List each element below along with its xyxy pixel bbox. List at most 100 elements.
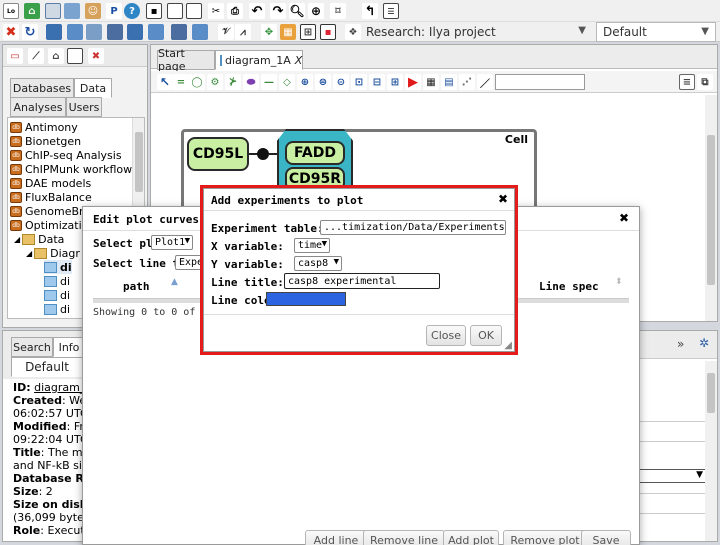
layout-icon-1[interactable] <box>46 24 62 40</box>
database-icon[interactable]: ⌂ <box>48 48 64 64</box>
research-select[interactable]: ▼ <box>364 22 592 42</box>
node-fadd[interactable]: FADD <box>285 141 345 165</box>
sort-asc-icon[interactable]: ▲ <box>171 277 178 287</box>
zoom-out-icon[interactable]: 🔍︎ <box>289 3 305 19</box>
refresh-icon[interactable]: ↻ <box>22 24 38 40</box>
delete-element-icon[interactable]: ✖ <box>88 48 104 64</box>
tab-data[interactable]: Data <box>74 78 112 98</box>
copy-element-icon[interactable] <box>67 48 83 64</box>
tab-databases[interactable]: Databases <box>10 78 74 98</box>
layout-icon-4[interactable] <box>107 24 123 40</box>
symbol-icon-1[interactable]: 𝒱 <box>218 24 234 40</box>
layout-icon-5[interactable] <box>127 24 143 40</box>
box-tool-icon-2[interactable]: ⊟ <box>369 74 385 90</box>
circle-tool-icon-1[interactable]: ⊕ <box>297 74 313 90</box>
help-icon[interactable]: ? <box>124 3 140 19</box>
tree-item[interactable]: ◢ Data <box>14 232 64 246</box>
tools-icon[interactable]: ✖ <box>3 24 19 40</box>
close-icon[interactable]: ✖ <box>619 211 629 225</box>
panel-icon[interactable] <box>64 3 80 19</box>
tree-item[interactable]: db Antimony <box>10 120 78 134</box>
tree-item[interactable]: db DAE models <box>10 176 91 190</box>
undo-icon[interactable]: ↶ <box>249 3 265 19</box>
circle-tool-icon-2[interactable]: ⊜ <box>315 74 331 90</box>
box-tool-icon-3[interactable]: ⊞ <box>387 74 403 90</box>
chat-icon[interactable]: ⧉ <box>697 74 713 90</box>
layout-icon-3[interactable] <box>86 24 102 40</box>
binding-dot[interactable] <box>257 148 269 160</box>
user-icon[interactable]: ☺ <box>85 3 101 19</box>
tab-analyses[interactable]: Analyses <box>10 97 66 117</box>
canvas-scrollbar-v[interactable] <box>705 95 717 321</box>
add-plot-button[interactable]: Add plot <box>443 530 499 545</box>
tab-diagram[interactable]: diagram_1A X <box>215 50 303 70</box>
close-tab-icon[interactable]: X <box>295 54 303 67</box>
add-line-button[interactable]: Add line <box>305 530 367 545</box>
ellipse-tool-icon[interactable]: ◯ <box>189 74 205 90</box>
equals-tool-icon[interactable]: = <box>173 74 189 90</box>
circle-tool-icon-3[interactable]: ⊝ <box>333 74 349 90</box>
experiment-table-input[interactable]: ...timization/Data/Experiments/exp_data_… <box>320 220 506 235</box>
tree-item[interactable]: di <box>44 288 70 302</box>
line-color-swatch[interactable] <box>266 292 346 306</box>
paste-icon[interactable] <box>186 3 202 19</box>
tree-item[interactable]: di <box>44 274 70 288</box>
line-title-input[interactable]: casp8 experimental <box>284 273 440 289</box>
p-icon[interactable]: P <box>106 3 122 19</box>
edge-icon[interactable]: ⋰ <box>459 74 475 90</box>
expand-panel-icon[interactable]: » <box>677 337 684 351</box>
node-cd95l[interactable]: CD95L <box>187 137 249 171</box>
tree-item[interactable]: di <box>44 302 70 316</box>
tree-item[interactable]: db FluxBalance <box>10 190 92 204</box>
y-variable-select[interactable]: casp8 ▼ <box>294 256 342 271</box>
grid-icon[interactable]: ▦ <box>280 24 296 40</box>
sort-both-icon[interactable]: ⬍ <box>615 277 623 287</box>
oval-tool-icon[interactable]: ⬬ <box>243 74 259 90</box>
tab-search[interactable]: Search <box>11 337 53 357</box>
fit-screen-icon[interactable]: ⌑ <box>330 3 346 19</box>
remove-plot-button[interactable]: Remove plot <box>503 530 587 545</box>
export-icon[interactable]: ▪ <box>320 24 336 40</box>
column-path[interactable]: path <box>123 280 150 293</box>
scroll-thumb[interactable] <box>135 132 143 192</box>
tree-item[interactable]: db ChIP-seq Analysis <box>10 148 122 162</box>
tree-item[interactable]: ◢ Diagr <box>26 246 80 260</box>
tree-item[interactable]: di <box>44 260 72 274</box>
note-icon[interactable]: ≡ <box>679 74 695 90</box>
logout-icon[interactable]: Lo <box>3 3 19 19</box>
layout-icon-6[interactable] <box>148 24 164 40</box>
list-icon[interactable]: ☰ <box>383 3 399 19</box>
home-icon[interactable]: ⌂ <box>24 3 40 19</box>
tab-start-page[interactable]: Start page <box>157 47 215 73</box>
select-plot[interactable]: Plot1 ▼ <box>151 235 193 250</box>
resize-grip-icon[interactable]: ◢ <box>504 340 512 351</box>
save-icon[interactable]: ▪ <box>146 3 162 19</box>
table-icon[interactable]: ▦ <box>423 74 439 90</box>
ok-button[interactable]: OK <box>470 325 502 346</box>
expand-triangle-icon[interactable]: ◢ <box>26 249 32 258</box>
remove-line-button[interactable]: Remove line <box>363 530 445 545</box>
tree-item[interactable]: db ChIPMunk workflows <box>10 162 138 176</box>
redo-icon[interactable]: ↷ <box>270 3 286 19</box>
window-icon[interactable] <box>45 3 61 19</box>
back-arrow-icon[interactable]: ↰ <box>362 3 378 19</box>
box-tool-icon-1[interactable]: ⊡ <box>351 74 367 90</box>
pen-icon[interactable]: ／ <box>477 74 493 90</box>
tab-users[interactable]: Users <box>66 97 102 117</box>
perspective-select[interactable]: Default ▼ <box>596 22 716 42</box>
network-icon[interactable]: ⊞ <box>300 24 316 40</box>
diamond-tool-icon[interactable]: ◇ <box>279 74 295 90</box>
tab-info[interactable]: Info <box>53 337 85 357</box>
chart-icon[interactable]: ⟋ <box>28 48 44 64</box>
gear-tool-icon[interactable]: ⚙ <box>207 74 223 90</box>
scroll-thumb[interactable] <box>707 373 715 413</box>
settings-gear-icon[interactable]: ✲ <box>699 336 709 350</box>
reaction-tool-icon[interactable]: ⊁ <box>225 74 241 90</box>
plot-icon[interactable]: ▤ <box>441 74 457 90</box>
tree-item[interactable]: db Bionetgen <box>10 134 81 148</box>
close-button[interactable]: Close <box>426 325 466 346</box>
zoom-in-icon[interactable]: ⊕ <box>308 3 324 19</box>
layout-icon-2[interactable] <box>67 24 83 40</box>
column-line-spec[interactable]: Line spec <box>539 280 599 293</box>
close-icon[interactable]: ✖ <box>498 192 508 206</box>
